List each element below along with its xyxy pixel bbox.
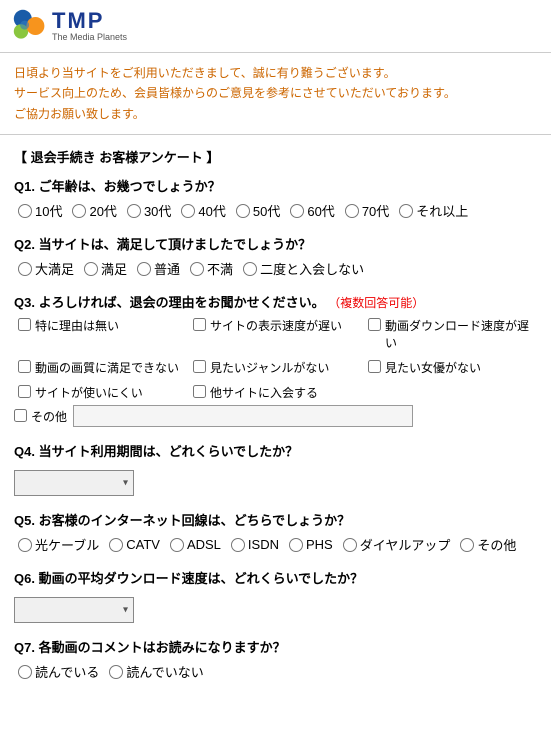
q1-option-1[interactable]: 20代 <box>72 201 116 220</box>
q5-radio-3[interactable] <box>231 538 245 552</box>
q5-radio-1[interactable] <box>109 538 123 552</box>
q1-radio-3[interactable] <box>181 204 195 218</box>
q3-option-1[interactable]: サイトの表示速度が遅い <box>193 317 362 351</box>
q5-option-1[interactable]: CATV <box>109 537 160 552</box>
q5-radio-6[interactable] <box>460 538 474 552</box>
q2-radio-1[interactable] <box>84 262 98 276</box>
question-q1: Q1. ご年齢は、お幾つでしょうか？ 10代 20代 30代 40代 50代 6… <box>14 176 537 220</box>
q3-check-1[interactable] <box>193 318 206 331</box>
q7-option-1[interactable]: 読んでいない <box>109 662 203 681</box>
q3-label: Q3. よろしければ、退会の理由をお聞かせください。 （複数回答可能） <box>14 292 537 311</box>
header: TMP The Media Planets <box>0 0 551 53</box>
q1-option-5[interactable]: 60代 <box>290 201 334 220</box>
q2-option-3[interactable]: 不満 <box>190 259 233 278</box>
q1-radio-0[interactable] <box>18 204 32 218</box>
q3-option-0[interactable]: 特に理由は無い <box>18 317 187 351</box>
q4-label: Q4. 当サイト利用期間は、どれくらいでしたか？ <box>14 441 537 460</box>
logo: TMP The Media Planets <box>12 8 127 44</box>
q2-label: Q2. 当サイトは、満足して頂けましたでしょうか？ <box>14 234 537 253</box>
q1-label: Q1. ご年齢は、お幾つでしょうか？ <box>14 176 537 195</box>
question-q6: Q6. 動画の平均ダウンロード速度は、どれくらいでしたか？ 1Mbps未満 1〜… <box>14 568 537 623</box>
q3-other-row: その他 <box>14 405 537 427</box>
q5-options: 光ケーブル CATV ADSL ISDN PHS ダイヤルアップ その他 <box>14 535 537 554</box>
intro-line2: サービス向上のため、会員皆様からのご意見を参考にさせていただいております。 <box>14 83 537 103</box>
q6-label: Q6. 動画の平均ダウンロード速度は、どれくらいでしたか？ <box>14 568 537 587</box>
q5-option-0[interactable]: 光ケーブル <box>18 535 99 554</box>
question-q3: Q3. よろしければ、退会の理由をお聞かせください。 （複数回答可能） 特に理由… <box>14 292 537 427</box>
logo-text: TMP The Media Planets <box>52 10 127 42</box>
q2-option-2[interactable]: 普通 <box>137 259 180 278</box>
q5-option-2[interactable]: ADSL <box>170 537 221 552</box>
q3-option-4[interactable]: 見たいジャンルがない <box>193 359 362 376</box>
q3-option-3[interactable]: 動画の画質に満足できない <box>18 359 187 376</box>
q1-radio-7[interactable] <box>399 204 413 218</box>
q3-option-6[interactable]: サイトが使いにくい <box>18 384 187 401</box>
q1-radio-2[interactable] <box>127 204 141 218</box>
q2-option-0[interactable]: 大満足 <box>18 259 74 278</box>
q2-options: 大満足 満足 普通 不満 二度と入会しない <box>14 259 537 278</box>
q3-option-5[interactable]: 見たい女優がない <box>368 359 537 376</box>
question-q4: Q4. 当サイト利用期間は、どれくらいでしたか？ 1ヶ月未満 1〜3ヶ月 3〜6… <box>14 441 537 496</box>
q6-dropdown-wrapper: 1Mbps未満 1〜3Mbps 3〜10Mbps 10Mbps以上 ▾ <box>14 597 134 623</box>
q1-option-0[interactable]: 10代 <box>18 201 62 220</box>
q5-option-5[interactable]: ダイヤルアップ <box>343 535 451 554</box>
q1-radio-4[interactable] <box>236 204 250 218</box>
question-q7: Q7. 各動画のコメントはお読みになりますか？ 読んでいる 読んでいない <box>14 637 537 681</box>
q3-check-6[interactable] <box>18 385 31 398</box>
q3-option-7[interactable]: 他サイトに入会する <box>193 384 362 401</box>
q5-label: Q5. お客様のインターネット回線は、どちらでしょうか？ <box>14 510 537 529</box>
intro-line3: ご協力お願い致します。 <box>14 104 537 124</box>
question-q5: Q5. お客様のインターネット回線は、どちらでしょうか？ 光ケーブル CATV … <box>14 510 537 554</box>
q4-select[interactable]: 1ヶ月未満 1〜3ヶ月 3〜6ヶ月 6ヶ月〜1年 1年以上 <box>14 470 134 496</box>
q5-radio-2[interactable] <box>170 538 184 552</box>
q7-radio-1[interactable] <box>109 665 123 679</box>
logo-icon <box>12 8 48 44</box>
q1-radio-6[interactable] <box>345 204 359 218</box>
q4-dropdown-wrapper: 1ヶ月未満 1〜3ヶ月 3〜6ヶ月 6ヶ月〜1年 1年以上 ▾ <box>14 470 134 496</box>
q5-radio-0[interactable] <box>18 538 32 552</box>
q1-radio-1[interactable] <box>72 204 86 218</box>
q2-option-4[interactable]: 二度と入会しない <box>243 259 364 278</box>
q3-options: 特に理由は無い サイトの表示速度が遅い 動画ダウンロード速度が遅い 動画の画質に… <box>14 317 537 401</box>
intro-line1: 日頃より当サイトをご利用いただきまして、誠に有り難うございます。 <box>14 63 537 83</box>
q5-option-3[interactable]: ISDN <box>231 537 279 552</box>
q6-select[interactable]: 1Mbps未満 1〜3Mbps 3〜10Mbps 10Mbps以上 <box>14 597 134 623</box>
q7-option-0[interactable]: 読んでいる <box>18 662 99 681</box>
q3-check-5[interactable] <box>368 360 381 373</box>
q1-option-2[interactable]: 30代 <box>127 201 171 220</box>
q5-option-4[interactable]: PHS <box>289 537 333 552</box>
q3-check-4[interactable] <box>193 360 206 373</box>
q2-radio-0[interactable] <box>18 262 32 276</box>
q5-radio-4[interactable] <box>289 538 303 552</box>
q3-option-other[interactable]: その他 <box>14 408 67 425</box>
q2-option-1[interactable]: 満足 <box>84 259 127 278</box>
q5-radio-5[interactable] <box>343 538 357 552</box>
q7-label: Q7. 各動画のコメントはお読みになりますか？ <box>14 637 537 656</box>
q1-option-4[interactable]: 50代 <box>236 201 280 220</box>
q3-other-input[interactable] <box>73 405 413 427</box>
q5-option-6[interactable]: その他 <box>460 535 516 554</box>
q1-option-7[interactable]: それ以上 <box>399 201 468 220</box>
q2-radio-3[interactable] <box>190 262 204 276</box>
q3-option-2[interactable]: 動画ダウンロード速度が遅い <box>368 317 537 351</box>
q3-check-2[interactable] <box>368 318 381 331</box>
survey-content: 【 退会手続き お客様アンケート 】 Q1. ご年齢は、お幾つでしょうか？ 10… <box>0 143 551 709</box>
q1-option-3[interactable]: 40代 <box>181 201 225 220</box>
q7-options: 読んでいる 読んでいない <box>14 662 537 681</box>
q3-check-0[interactable] <box>18 318 31 331</box>
q2-radio-2[interactable] <box>137 262 151 276</box>
q3-check-7[interactable] <box>193 385 206 398</box>
intro-text: 日頃より当サイトをご利用いただきまして、誠に有り難うございます。 サービス向上の… <box>0 53 551 130</box>
q7-radio-0[interactable] <box>18 665 32 679</box>
q3-check-3[interactable] <box>18 360 31 373</box>
q3-check-other[interactable] <box>14 409 27 422</box>
q1-option-6[interactable]: 70代 <box>345 201 389 220</box>
question-q2: Q2. 当サイトは、満足して頂けましたでしょうか？ 大満足 満足 普通 不満 二… <box>14 234 537 278</box>
logo-tmp-label: TMP <box>52 10 127 32</box>
q1-options: 10代 20代 30代 40代 50代 60代 70代 それ以上 <box>14 201 537 220</box>
survey-title: 【 退会手続き お客様アンケート 】 <box>14 147 537 166</box>
q1-radio-5[interactable] <box>290 204 304 218</box>
q2-radio-4[interactable] <box>243 262 257 276</box>
logo-sub-label: The Media Planets <box>52 32 127 42</box>
